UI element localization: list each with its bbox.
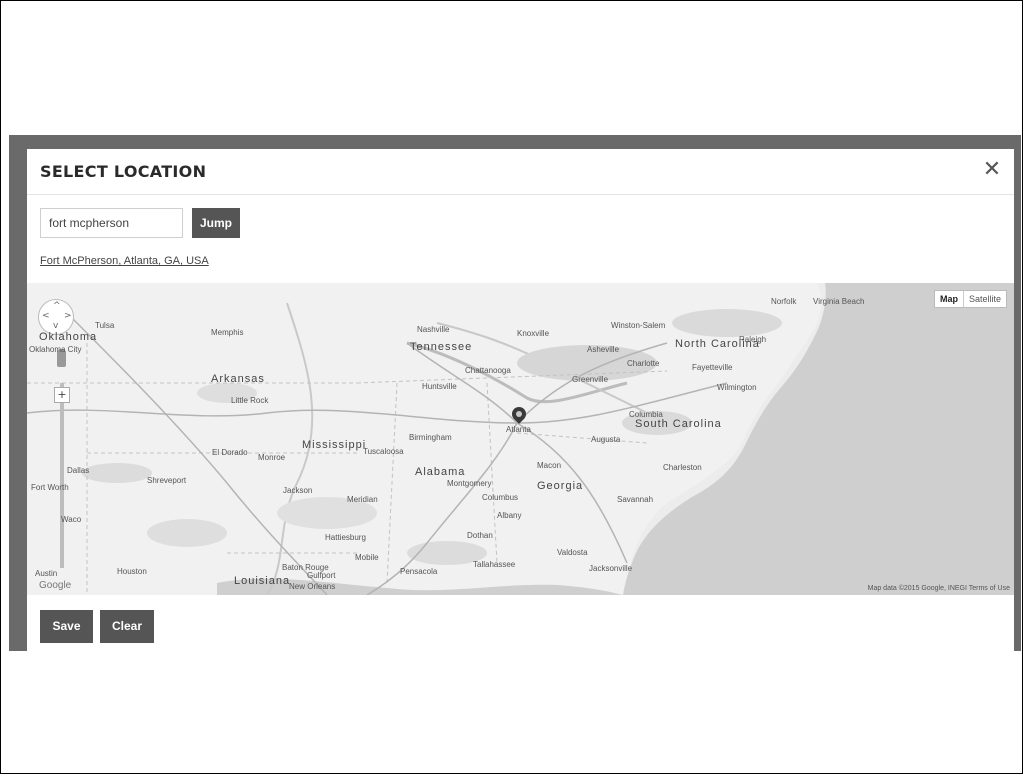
city-label: Valdosta [557, 548, 588, 557]
city-label: Jackson [283, 486, 313, 495]
city-label: Macon [537, 461, 562, 470]
zoom-slider[interactable] [60, 383, 64, 568]
pan-down-icon[interactable]: v [53, 321, 58, 331]
city-label: Wilmington [717, 383, 757, 392]
save-button[interactable]: Save [40, 610, 93, 643]
map-pin-center [516, 411, 522, 417]
clear-button[interactable]: Clear [100, 610, 154, 643]
city-label: Jacksonville [589, 564, 633, 573]
city-label: Memphis [211, 328, 244, 337]
map-type-satellite-button[interactable]: Satellite [964, 291, 1006, 307]
dialog-title: SELECT LOCATION [40, 162, 207, 181]
map-canvas[interactable]: ^ < > v + Map Satellite Oklahoma Arkansa… [27, 283, 1014, 595]
city-label: Birmingham [409, 433, 452, 442]
city-label: Houston [117, 567, 147, 576]
city-label: Dallas [67, 466, 90, 475]
city-label: Pensacola [400, 567, 438, 576]
state-label: Alabama [415, 466, 466, 478]
city-label: Little Rock [231, 396, 269, 405]
city-label: Fayetteville [692, 363, 733, 372]
state-label: Oklahoma [39, 331, 98, 343]
city-label: Virginia Beach [813, 297, 865, 306]
pan-left-icon[interactable]: < [42, 311, 50, 321]
city-label: Knoxville [517, 329, 550, 338]
city-label: Charlotte [627, 359, 660, 368]
city-label: Tulsa [95, 321, 115, 330]
city-label: Savannah [617, 495, 654, 504]
city-label: Monroe [258, 453, 286, 462]
city-label: Tuscaloosa [363, 447, 404, 456]
city-label: Hattiesburg [325, 533, 366, 542]
city-label: Augusta [591, 435, 621, 444]
city-label: Montgomery [447, 479, 492, 488]
jump-button[interactable]: Jump [192, 208, 240, 238]
search-result-link[interactable]: Fort McPherson, Atlanta, GA, USA [40, 255, 209, 267]
city-label: Norfolk [771, 297, 797, 306]
city-label: Shreveport [147, 476, 187, 485]
city-label: Gulfport [307, 571, 336, 580]
map-type-control[interactable]: Map Satellite [933, 290, 1007, 308]
pan-right-icon[interactable]: > [64, 311, 72, 321]
city-label: Greenville [572, 375, 609, 384]
state-label: Mississippi [302, 439, 367, 451]
city-label: New Orleans [289, 582, 336, 591]
city-label: Tallahassee [473, 560, 516, 569]
city-label: Nashville [417, 325, 450, 334]
city-label: Fort Worth [31, 483, 69, 492]
state-label: Arkansas [211, 373, 265, 385]
city-label: Dothan [467, 531, 493, 540]
city-label: Atlanta [506, 425, 531, 434]
location-search-input[interactable] [40, 208, 183, 238]
dialog-header: SELECT LOCATION ✕ [27, 149, 1014, 195]
pan-up-icon[interactable]: ^ [53, 301, 61, 311]
select-location-dialog: SELECT LOCATION ✕ Jump Fort McPherson, A… [27, 149, 1014, 651]
state-label: Louisiana [234, 575, 291, 587]
city-label: Mobile [355, 553, 379, 562]
google-logo: Google [39, 580, 72, 591]
state-label: Georgia [537, 480, 584, 492]
pan-control[interactable]: ^ < > v [38, 299, 74, 335]
close-icon[interactable]: ✕ [981, 158, 1003, 182]
city-label: Huntsville [422, 382, 457, 391]
city-label: Oklahoma City [29, 345, 82, 354]
city-label: Albany [497, 511, 522, 520]
state-label: South Carolina [635, 418, 722, 430]
city-label: Austin [35, 569, 58, 578]
city-label: Asheville [587, 345, 620, 354]
zoom-in-button[interactable]: + [54, 387, 70, 403]
city-label: Chattanooga [465, 366, 511, 375]
map-type-map-button[interactable]: Map [935, 291, 964, 307]
city-label: Waco [61, 515, 82, 524]
city-label: Winston-Salem [611, 321, 666, 330]
state-label: Tennessee [410, 341, 473, 353]
city-label: Meridian [347, 495, 378, 504]
city-label: Columbia [629, 410, 663, 419]
city-label: Columbus [482, 493, 519, 502]
city-label: Raleigh [739, 335, 767, 344]
city-label: Charleston [663, 463, 702, 472]
city-label: El Dorado [212, 448, 248, 457]
map-attribution[interactable]: Map data ©2015 Google, INEGI Terms of Us… [868, 585, 1010, 592]
